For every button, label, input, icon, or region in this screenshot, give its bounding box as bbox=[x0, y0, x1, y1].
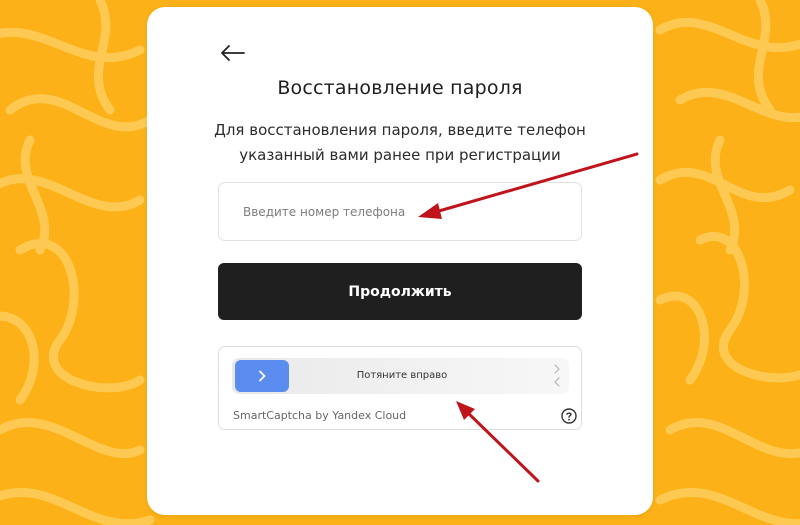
phone-input[interactable] bbox=[219, 183, 581, 240]
phone-field bbox=[218, 182, 582, 241]
captcha-slider-handle[interactable] bbox=[235, 360, 289, 392]
smart-captcha-widget: Потяните вправо SmartCaptcha by Yandex C… bbox=[218, 346, 582, 430]
question-circle-icon bbox=[561, 408, 577, 424]
captcha-hint: Потяните вправо bbox=[356, 370, 448, 381]
continue-button[interactable]: Продолжить bbox=[218, 263, 582, 320]
captcha-brand: SmartCaptcha by Yandex Cloud bbox=[233, 409, 407, 422]
page-title: Восстановление пароля bbox=[277, 77, 523, 99]
subtitle-line-1: Для восстановления пароля, введите телеф… bbox=[214, 121, 586, 139]
captcha-slider-track[interactable]: Потяните вправо bbox=[232, 358, 569, 394]
back-button[interactable] bbox=[217, 41, 249, 65]
chevrons-icon bbox=[554, 364, 560, 387]
captcha-help-button[interactable] bbox=[561, 408, 577, 424]
password-recovery-card: Восстановление пароля Для восстановления… bbox=[147, 7, 653, 515]
arrow-left-icon bbox=[221, 45, 245, 61]
subtitle-line-2: указанный вами ранее при регистрации bbox=[239, 146, 561, 164]
chevron-right-icon bbox=[259, 370, 266, 382]
page-subtitle: Для восстановления пароля, введите телеф… bbox=[187, 118, 613, 168]
